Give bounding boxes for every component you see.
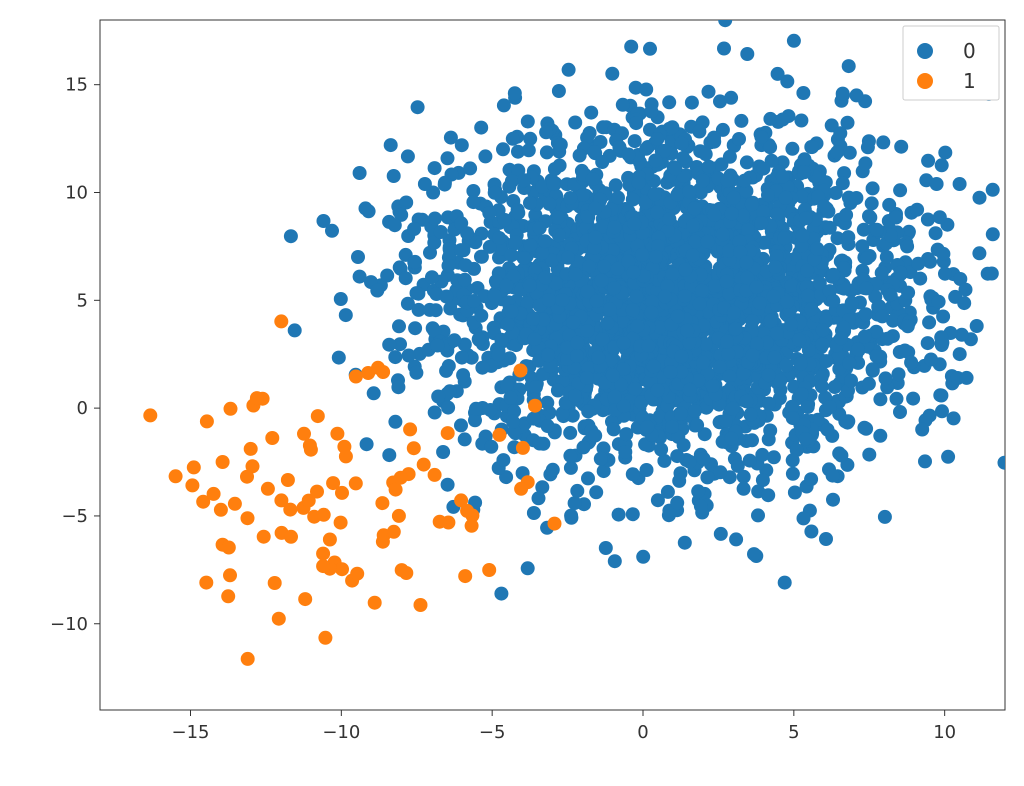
x-tick-label: −5 [479, 722, 506, 743]
x-axis: −15 −10 −5 0 5 10 [172, 710, 957, 743]
scatter-chart: −15−10−50510 −10−5051015 01 [0, 0, 1024, 786]
legend: 01 [903, 26, 999, 100]
y-tick-label: 15 [65, 75, 88, 96]
y-axis: −10 −5 0 5 10 15 [50, 75, 100, 635]
y-tick-label: 10 [65, 183, 88, 204]
legend-entry-label: 1 [963, 69, 976, 93]
scatter-points [50, 13, 1024, 666]
x-tick-label: 0 [637, 722, 648, 743]
x-tick-label: 5 [788, 722, 799, 743]
y-tick-label: −5 [61, 506, 88, 527]
legend-marker-icon [917, 73, 933, 89]
x-tick-label: −15 [172, 722, 210, 743]
y-tick-label: 5 [77, 290, 88, 311]
chart-svg: −15−10−50510 −10−5051015 01 [0, 0, 1024, 786]
legend-box [903, 26, 999, 100]
legend-marker-icon [917, 43, 933, 59]
x-tick-label: 10 [933, 722, 956, 743]
y-tick-label: 0 [77, 398, 88, 419]
x-tick-label: −10 [322, 722, 360, 743]
legend-entry-label: 0 [963, 39, 976, 63]
y-tick-label: −10 [50, 614, 88, 635]
